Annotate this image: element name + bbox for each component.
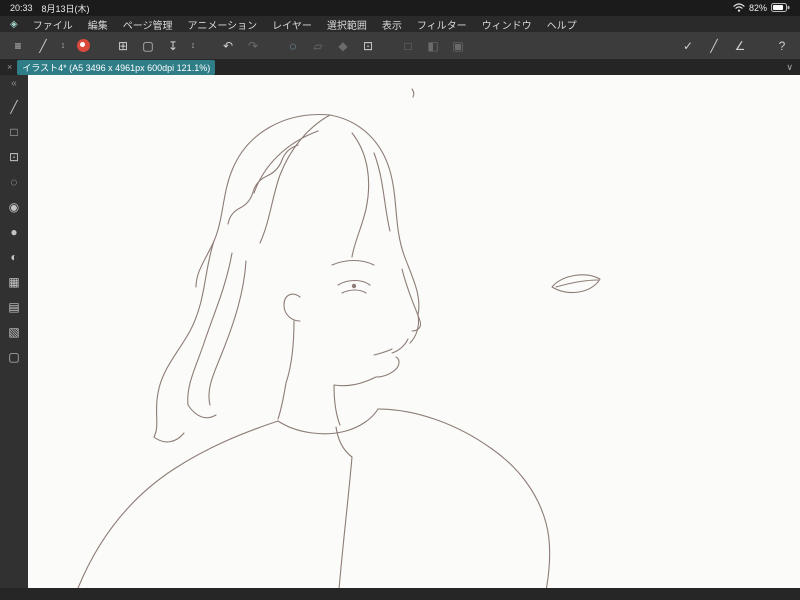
gradient-icon[interactable]: ◧: [423, 36, 443, 56]
undo-icon[interactable]: ↶: [218, 36, 238, 56]
clip-studio-icon[interactable]: [73, 36, 93, 56]
wifi-icon: [733, 2, 745, 14]
snap-special-ruler-icon[interactable]: ╱: [704, 36, 724, 56]
status-date: 8月13日(木): [41, 3, 90, 14]
canvas-tab-bar: × イラスト4* (A5 3496 x 4961px 600dpi 121.1%…: [0, 59, 800, 75]
balloon-tool-icon[interactable]: □: [4, 124, 24, 140]
clip-studio-paint-app: 20:33 8月13日(木) 82% ◈ ファイル 編集 ページ管理 アニメーシ…: [0, 0, 800, 600]
canvas-tab-active[interactable]: イラスト4* (A5 3496 x 4961px 600dpi 121.1%): [17, 59, 216, 75]
decoration-tool-icon[interactable]: ◉: [4, 199, 24, 215]
menu-item-animation[interactable]: アニメーション: [188, 17, 258, 32]
drawing-canvas[interactable]: [28, 75, 800, 588]
menu-item-view[interactable]: 表示: [382, 17, 402, 32]
tab-close-icon[interactable]: ×: [7, 62, 12, 72]
airbrush-tool-icon[interactable]: ◌: [4, 174, 24, 190]
menu-item-edit[interactable]: 編集: [88, 17, 108, 32]
bottom-bar: [0, 588, 800, 600]
redo-icon[interactable]: ↷: [243, 36, 263, 56]
open-file-icon[interactable]: ▢: [138, 36, 158, 56]
menu-item-help[interactable]: ヘルプ: [547, 17, 577, 32]
tab-list-chevron-icon[interactable]: ∨: [786, 62, 793, 73]
status-time: 20:33: [10, 3, 33, 13]
snap-guide-icon[interactable]: ∠: [730, 36, 750, 56]
command-bar: ≡ ╱ ↕ ⊞ ▢ ↧ ↕ ↶ ↷ ◌ ▱ ◆ ⊡ □ ◧ ▣ ✓ ╱ ∠ ?: [0, 32, 800, 59]
pen-tool-icon[interactable]: ╱: [4, 99, 24, 115]
menu-item-page-manage[interactable]: ページ管理: [123, 17, 173, 32]
sidebar-collapse-icon[interactable]: «: [4, 78, 24, 90]
frame-icon[interactable]: ▣: [448, 36, 468, 56]
blend-tool-icon[interactable]: ◐: [4, 249, 24, 265]
tool-sidebar: « ╱ □ ⊡ ◌ ◉ ● ◐ ▦ ▤ ▧ ▢: [0, 75, 28, 588]
select-rect-icon[interactable]: □: [398, 36, 418, 56]
menu-item-selection[interactable]: 選択範囲: [327, 17, 367, 32]
eyedropper-tool-icon[interactable]: ●: [4, 224, 24, 240]
app-logo-icon[interactable]: ◈: [10, 19, 18, 30]
canvas-sketch: [77, 88, 601, 588]
selection-launcher-icon[interactable]: ◌: [283, 36, 303, 56]
save-chevron-icon[interactable]: ↕: [188, 36, 198, 56]
new-canvas-icon[interactable]: ⊞: [113, 36, 133, 56]
menu-item-layer[interactable]: レイヤー: [272, 17, 312, 32]
menu-item-file[interactable]: ファイル: [33, 17, 73, 32]
grid-tool-icon[interactable]: ▦: [4, 274, 24, 290]
battery-icon: [771, 2, 790, 14]
folder-panel-icon[interactable]: ▢: [4, 349, 24, 365]
main-content: « ╱ □ ⊡ ◌ ◉ ● ◐ ▦ ▤ ▧ ▢: [0, 75, 800, 588]
battery-percent: 82%: [748, 3, 767, 13]
eraser-icon[interactable]: ▱: [308, 36, 328, 56]
menu-bar: ◈ ファイル 編集 ページ管理 アニメーション レイヤー 選択範囲 表示 フィル…: [0, 16, 800, 32]
status-bar: 20:33 8月13日(木) 82%: [0, 0, 800, 16]
save-icon[interactable]: ↧: [163, 36, 183, 56]
menu-item-filter[interactable]: フィルター: [417, 17, 467, 32]
main-menu-icon[interactable]: ≡: [8, 36, 28, 56]
layers-panel-icon[interactable]: ▤: [4, 299, 24, 315]
fill-icon[interactable]: ◆: [333, 36, 353, 56]
material-panel-icon[interactable]: ▧: [4, 324, 24, 340]
menu-item-window[interactable]: ウィンドウ: [482, 17, 532, 32]
text-tool-icon[interactable]: ⊡: [4, 149, 24, 165]
help-icon[interactable]: ?: [772, 36, 792, 56]
pen-settings-chevron-icon[interactable]: ↕: [58, 36, 68, 56]
pen-settings-icon[interactable]: ╱: [33, 36, 53, 56]
crop-icon[interactable]: ⊡: [358, 36, 378, 56]
snap-ruler-icon[interactable]: ✓: [678, 36, 698, 56]
